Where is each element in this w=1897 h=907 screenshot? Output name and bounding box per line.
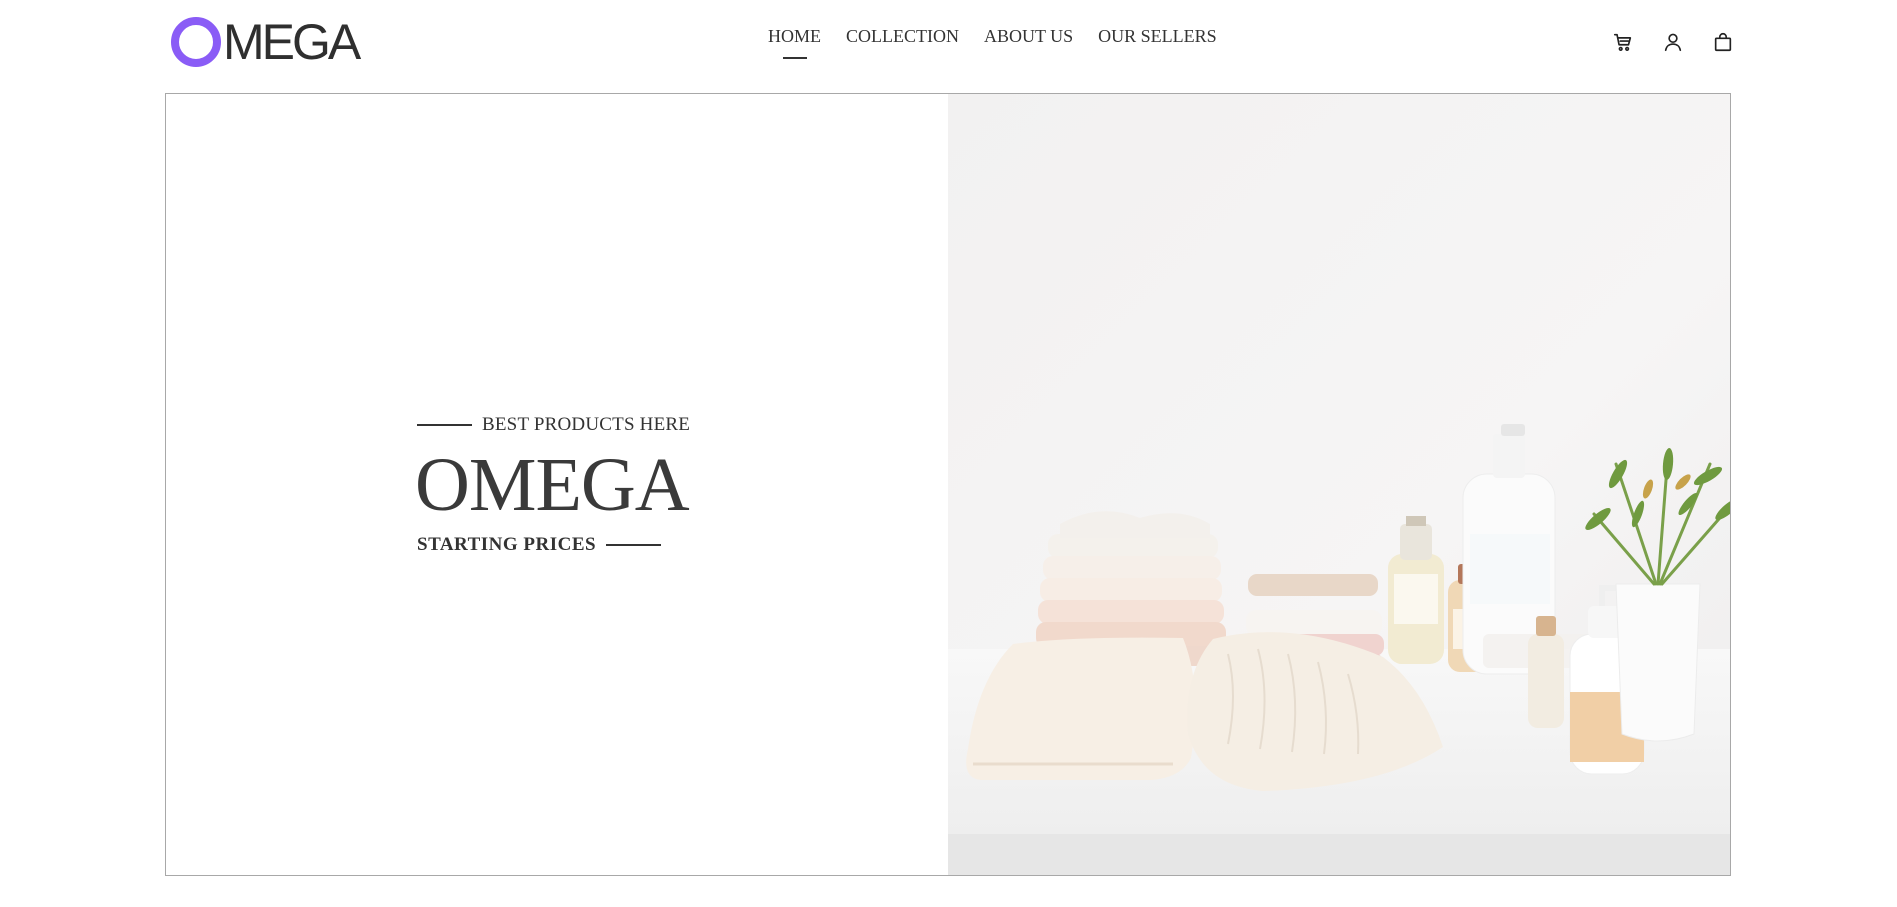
hero-banner: BEST PRODUCTS HERE OMEGA STARTING PRICES bbox=[165, 93, 1731, 876]
hero-subline-text: STARTING PRICES bbox=[417, 534, 597, 555]
subline-rule bbox=[606, 544, 662, 546]
nav-about-us[interactable]: ABOUT US bbox=[984, 26, 1073, 47]
site-header: MEGA HOME COLLECTION ABOUT US OUR SELLER… bbox=[0, 0, 1897, 90]
nav-collection[interactable]: COLLECTION bbox=[846, 26, 959, 47]
main-nav: HOME COLLECTION ABOUT US OUR SELLERS bbox=[768, 26, 1217, 47]
eyebrow-rule bbox=[417, 424, 472, 426]
hero-eyebrow-text: BEST PRODUCTS HERE bbox=[482, 414, 691, 435]
cart-icon[interactable] bbox=[1612, 31, 1634, 53]
nav-our-sellers[interactable]: OUR SELLERS bbox=[1098, 26, 1217, 47]
site-logo[interactable]: MEGA bbox=[171, 14, 361, 70]
user-icon[interactable] bbox=[1662, 31, 1684, 53]
hero-title: OMEGA bbox=[415, 443, 690, 527]
header-actions bbox=[1612, 31, 1734, 53]
hero-text-panel: BEST PRODUCTS HERE OMEGA STARTING PRICES bbox=[166, 94, 948, 875]
towels-toiletries-illustration bbox=[948, 94, 1730, 875]
logo-text: MEGA bbox=[223, 14, 361, 70]
logo-o-mark bbox=[171, 17, 221, 67]
shopping-bag-icon[interactable] bbox=[1712, 31, 1734, 53]
hero-eyebrow: BEST PRODUCTS HERE bbox=[417, 414, 690, 436]
nav-home[interactable]: HOME bbox=[768, 26, 821, 47]
hero-subline: STARTING PRICES bbox=[417, 534, 662, 556]
hero-image bbox=[948, 94, 1730, 875]
